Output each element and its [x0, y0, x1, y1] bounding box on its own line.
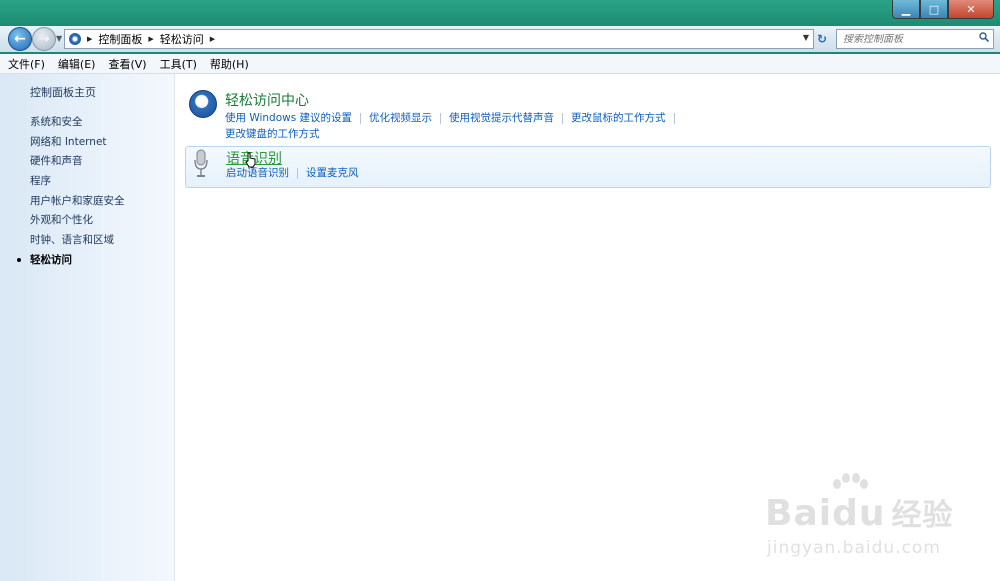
microphone-icon[interactable] [192, 149, 210, 179]
search-input[interactable] [837, 33, 973, 45]
category-title-ease-of-access-center[interactable]: 轻松访问中心 [225, 90, 309, 110]
refresh-icon: ↻ [816, 32, 828, 46]
address-bar[interactable]: ▶ 控制面板 ▶ 轻松访问 ▶ ▼ [64, 29, 814, 49]
menu-view[interactable]: 查看(V) [103, 56, 151, 72]
address-dropdown-icon[interactable]: ▼ [803, 33, 809, 42]
link-change-keyboard-settings[interactable]: 更改键盘的工作方式 [225, 126, 320, 142]
arrow-right-icon: → [38, 31, 50, 47]
watermark-logo-cn: 经验 [891, 498, 954, 533]
link-start-speech-recognition[interactable]: 启动语音识别 [226, 165, 289, 181]
link-windows-recommended-settings[interactable]: 使用 Windows 建议的设置 [225, 110, 352, 126]
sidebar-item-hardware-sound[interactable]: 硬件和声音 [30, 153, 125, 173]
breadcrumb-ease-of-access[interactable]: 轻松访问 [160, 31, 204, 47]
sidebar-home-link[interactable]: 控制面板主页 [30, 84, 96, 100]
menu-file[interactable]: 文件(F) [3, 56, 50, 72]
window-controls: ▁ □ ✕ [892, 0, 994, 19]
menu-edit[interactable]: 编辑(E) [53, 56, 101, 72]
search-icon[interactable] [979, 32, 989, 42]
close-button[interactable]: ✕ [948, 0, 994, 19]
category-ease-of-access-center: 轻松访问中心 使用 Windows 建议的设置 优化视频显示 使用视觉提示代替声… [185, 84, 989, 144]
sidebar-item-ease-of-access: 轻松访问 [17, 252, 125, 272]
link-divider [297, 168, 298, 179]
back-button[interactable]: ← [8, 27, 32, 51]
link-divider [360, 113, 362, 124]
current-item-bullet-icon [17, 257, 21, 262]
forward-button[interactable]: → [32, 27, 56, 51]
breadcrumb-arrow-icon[interactable]: ▶ [87, 35, 92, 43]
sidebar-item-network-internet[interactable]: 网络和 Internet [30, 134, 125, 154]
link-change-mouse-settings[interactable]: 更改鼠标的工作方式 [571, 110, 666, 126]
refresh-button[interactable]: ↻ [815, 32, 829, 46]
task-links: 启动语音识别 设置麦克风 [226, 165, 696, 181]
menu-help[interactable]: 帮助(H) [205, 56, 254, 72]
link-optimize-visual-display[interactable]: 优化视频显示 [369, 110, 432, 126]
search-box[interactable] [836, 29, 994, 49]
task-links: 使用 Windows 建议的设置 优化视频显示 使用视觉提示代替声音 更改鼠标的… [225, 110, 695, 142]
sidebar: 控制面板主页 系统和安全 网络和 Internet 硬件和声音 程序 用户帐户和… [0, 74, 175, 581]
sidebar-item-user-accounts[interactable]: 用户帐户和家庭安全 [30, 193, 125, 213]
category-speech-recognition: 语音识别 启动语音识别 设置麦克风 [185, 146, 991, 188]
breadcrumb-arrow-icon[interactable]: ▶ [210, 35, 215, 43]
minimize-button[interactable]: ▁ [892, 0, 920, 19]
control-panel-icon [69, 33, 81, 45]
link-visual-cues-for-sounds[interactable]: 使用视觉提示代替声音 [449, 110, 554, 126]
watermark-logo-mid: du [832, 493, 886, 534]
maximize-button[interactable]: □ [920, 0, 948, 19]
link-divider [440, 113, 442, 124]
breadcrumb-arrow-icon[interactable]: ▶ [148, 35, 153, 43]
navigation-bar: ← → ▼ ▶ 控制面板 ▶ 轻松访问 ▶ ▼ ↻ [0, 26, 1000, 52]
baidu-jingyan-watermark: Baidu 经验 jingyan.baidu.com [765, 470, 995, 575]
sidebar-item-programs[interactable]: 程序 [30, 173, 125, 193]
link-divider [562, 113, 564, 124]
arrow-left-icon: ← [14, 31, 26, 47]
sidebar-item-label: 轻松访问 [30, 253, 72, 266]
recent-pages-dropdown[interactable]: ▼ [56, 34, 62, 43]
watermark-logo-latin: Bai [765, 493, 833, 534]
watermark-logo: Baidu 经验 [765, 490, 953, 534]
menu-tools[interactable]: 工具(T) [155, 56, 202, 72]
sidebar-item-system-security[interactable]: 系统和安全 [30, 114, 125, 134]
watermark-url: jingyan.baidu.com [767, 538, 941, 558]
menu-bar: 文件(F) 编辑(E) 查看(V) 工具(T) 帮助(H) [0, 54, 1000, 74]
breadcrumb-control-panel[interactable]: 控制面板 [98, 31, 142, 47]
link-set-up-microphone[interactable]: 设置麦克风 [306, 165, 359, 181]
window-title-bar: ▁ □ ✕ [0, 0, 1000, 28]
sidebar-item-appearance[interactable]: 外观和个性化 [30, 212, 125, 232]
link-divider [673, 113, 675, 124]
ease-of-access-icon[interactable] [189, 90, 217, 118]
sidebar-category-list: 系统和安全 网络和 Internet 硬件和声音 程序 用户帐户和家庭安全 外观… [17, 114, 125, 272]
sidebar-item-clock-language[interactable]: 时钟、语言和区域 [30, 232, 125, 252]
